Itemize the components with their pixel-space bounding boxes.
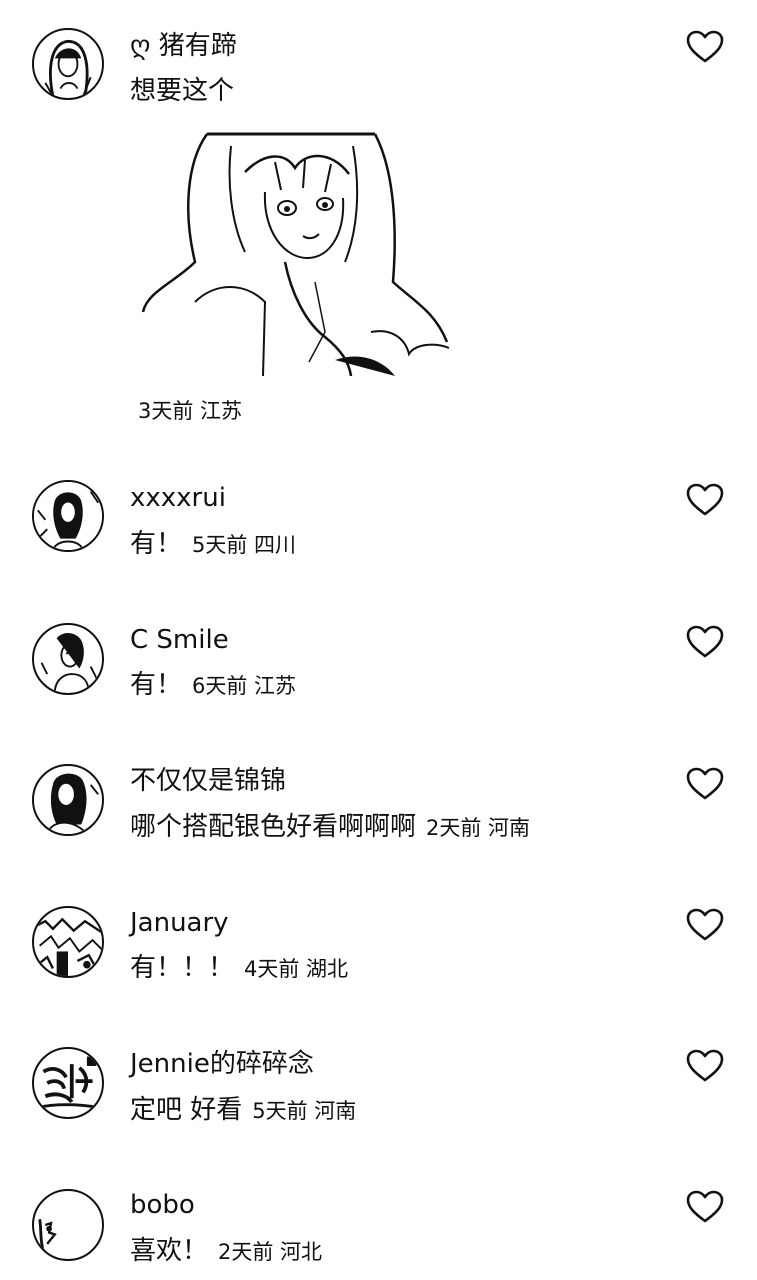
comment-meta: 5天前 河南 (252, 1099, 357, 1123)
avatar-sketch-icon[interactable] (32, 1189, 104, 1261)
heart-outline-icon[interactable] (686, 625, 724, 659)
comment-text: 想要这个 (130, 76, 235, 106)
avatar-woman-long-hair-icon[interactable] (32, 28, 104, 100)
comment-body: 有！ 5天前 四川 (130, 527, 296, 564)
comment-body: 喜欢！ 2天前 河北 (130, 1234, 322, 1271)
heart-outline-icon[interactable] (686, 1190, 724, 1224)
heart-outline-icon[interactable] (686, 483, 724, 517)
comment-text: 定吧 好看 (130, 1095, 243, 1125)
comment-text: 有！ (130, 670, 183, 700)
avatar-woman-icon[interactable] (32, 764, 104, 836)
comment-meta: 2天前 河南 (426, 816, 531, 840)
comment-body: 有！ 6天前 江苏 (130, 668, 296, 705)
comment-username[interactable]: Jennie的碎碎念 (130, 1048, 314, 1080)
comment-username[interactable]: bobo (130, 1189, 195, 1221)
comment-text: 哪个搭配银色好看啊啊啊 (130, 812, 417, 842)
heart-outline-icon[interactable] (686, 767, 724, 801)
avatar-woman-icon[interactable] (32, 623, 104, 695)
comment-username[interactable]: January (130, 907, 229, 939)
comment-meta: 2天前 河北 (218, 1240, 323, 1264)
comment-username[interactable]: 不仅仅是锦锦 (130, 765, 286, 797)
comment-body: 想要这个 (130, 74, 234, 111)
comment-body: 定吧 好看 5天前 河南 (130, 1093, 356, 1130)
avatar-scenery-icon[interactable] (32, 906, 104, 978)
comment-username[interactable]: C Smile (130, 624, 229, 656)
comment-text: 喜欢！ (130, 1236, 209, 1266)
avatar-woman-icon[interactable] (32, 480, 104, 552)
comment-meta: 6天前 江苏 (192, 674, 297, 698)
comment-meta: 3天前 江苏 (138, 399, 243, 423)
comment-meta: 5天前 四川 (192, 533, 297, 557)
avatar-calligraphy-icon[interactable] (32, 1047, 104, 1119)
heart-outline-icon[interactable] (686, 30, 724, 64)
sticker-anime-girl-image[interactable] (135, 132, 455, 376)
comment-username[interactable]: xxxxrui (130, 482, 226, 514)
heart-outline-icon[interactable] (686, 908, 724, 942)
comment-meta: 4天前 湖北 (244, 957, 349, 981)
comment-text: 有！！！ (130, 953, 235, 983)
comment-body: 有！！！ 4天前 湖北 (130, 951, 348, 988)
comment-body: 哪个搭配银色好看啊啊啊 2天前 河南 (130, 810, 530, 847)
heart-outline-icon[interactable] (686, 1049, 724, 1083)
comment-username[interactable]: ღ 猪有蹄 (130, 30, 237, 62)
comment-text: 有！ (130, 529, 183, 559)
